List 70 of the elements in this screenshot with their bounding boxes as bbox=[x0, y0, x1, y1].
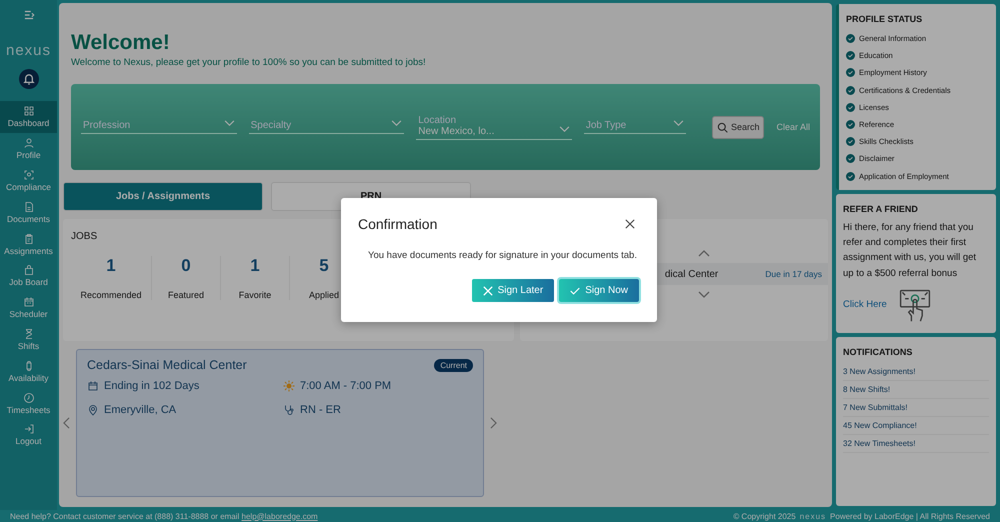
notification-link[interactable]: 8 New Shifts! bbox=[843, 380, 989, 399]
chevron-right-icon[interactable] bbox=[490, 417, 497, 429]
calendar-icon bbox=[87, 380, 99, 392]
notification-link[interactable]: 45 New Compliance! bbox=[843, 416, 989, 435]
help-text: Need help? Contact customer service at (888) 311-8888 or email help@laboredge.com bbox=[10, 512, 318, 520]
search-icon bbox=[716, 122, 728, 132]
close-icon bbox=[482, 286, 493, 296]
nav-item[interactable]: Logout bbox=[0, 418, 57, 451]
logout-icon bbox=[22, 423, 34, 436]
assignment-card[interactable]: Cedars-Sinai Medical Center Current Ending in 102 Days 7:00 AM - 7:00 PM Emeryville, CA RN - ER bbox=[76, 349, 484, 497]
nexus-logo: nexus bbox=[800, 512, 826, 520]
chevron-up-icon[interactable] bbox=[698, 249, 710, 257]
powered-by-text: Powered by LaborEdge | All Rights Reserved bbox=[830, 512, 990, 520]
nav-item[interactable]: Compliance bbox=[0, 164, 57, 196]
stat-tile[interactable]: 1 Recommended bbox=[71, 256, 152, 300]
face-scan-icon bbox=[22, 168, 34, 181]
document-icon bbox=[22, 200, 34, 213]
nav-item[interactable]: Scheduler bbox=[0, 292, 57, 324]
nav-item[interactable]: Documents bbox=[0, 196, 57, 228]
chevron-down-icon[interactable] bbox=[698, 291, 710, 299]
notification-link[interactable]: 3 New Assignments! bbox=[843, 362, 989, 381]
clock-icon bbox=[22, 392, 34, 404]
copyright-text: © Copyright 2025 bbox=[733, 512, 796, 520]
dialog-title: Confirmation bbox=[358, 216, 438, 232]
panel-title: NOTIFICATIONS bbox=[843, 346, 914, 357]
welcome-subtitle: Welcome to Nexus, please get your profile to 100% so you can be submitted to jobs! bbox=[71, 57, 427, 68]
dialog-message: You have documents ready for signature in your documents tab. bbox=[368, 250, 638, 261]
stat-tile[interactable]: 1 Favorite bbox=[221, 256, 290, 300]
shift-time: 7:00 AM - 7:00 PM bbox=[300, 380, 392, 392]
sign-later-button[interactable]: Sign Later bbox=[472, 279, 554, 302]
role-text: RN - ER bbox=[300, 404, 341, 416]
nav-item[interactable]: Timesheets bbox=[0, 387, 57, 419]
notification-link[interactable]: 32 New Timesheets! bbox=[843, 434, 989, 453]
refer-text: Hi there, for any friend that you refer and completes their first assignment with us, you will get up to a $500 referral bonus bbox=[843, 221, 978, 281]
nav-item[interactable]: Dashboard bbox=[0, 101, 57, 133]
grid-icon bbox=[22, 105, 34, 118]
click-here-link[interactable]: Click Here bbox=[843, 299, 887, 310]
nexus-logo: nexus bbox=[6, 42, 52, 59]
panel-title: PROFILE STATUS bbox=[846, 14, 924, 24]
location-pin-icon bbox=[87, 404, 99, 416]
clipboard-icon bbox=[22, 232, 34, 245]
tab[interactable]: Jobs / Assignments bbox=[63, 182, 263, 211]
status-badge: Current bbox=[434, 358, 473, 372]
calendar-icon bbox=[22, 296, 34, 308]
check-icon bbox=[570, 286, 580, 296]
stat-tile[interactable]: 0 Featured bbox=[152, 256, 221, 300]
welcome-title: Welcome! bbox=[71, 31, 171, 55]
sun-icon bbox=[283, 380, 295, 392]
person-icon bbox=[22, 137, 34, 150]
location-text: Emeryville, CA bbox=[104, 404, 176, 416]
nav-item[interactable]: Assignments bbox=[0, 228, 57, 260]
nav-item[interactable]: Availability bbox=[0, 355, 57, 388]
close-icon[interactable] bbox=[625, 219, 635, 229]
bell-icon[interactable] bbox=[18, 69, 38, 89]
chevron-down-icon bbox=[672, 120, 684, 127]
bag-icon bbox=[22, 264, 34, 276]
chevron-down-icon bbox=[391, 120, 402, 127]
stethoscope-icon bbox=[283, 404, 295, 416]
nav-item[interactable]: Job Board bbox=[0, 260, 57, 292]
panel-title: REFER A FRIEND bbox=[843, 204, 919, 214]
chevron-down-icon bbox=[224, 120, 235, 127]
nav-item[interactable]: Shifts bbox=[0, 324, 57, 356]
chevron-left-icon[interactable] bbox=[63, 417, 70, 429]
chevron-down-icon bbox=[558, 126, 570, 132]
jobs-title: JOBS bbox=[71, 231, 98, 242]
facility-name: Cedars-Sinai Medical Center bbox=[87, 358, 247, 372]
notification-link[interactable]: 7 New Submittals! bbox=[843, 398, 989, 417]
search-button[interactable]: Search bbox=[712, 116, 764, 138]
sign-now-button[interactable]: Sign Now bbox=[559, 279, 639, 302]
ending-text: Ending in 102 Days bbox=[104, 380, 200, 392]
